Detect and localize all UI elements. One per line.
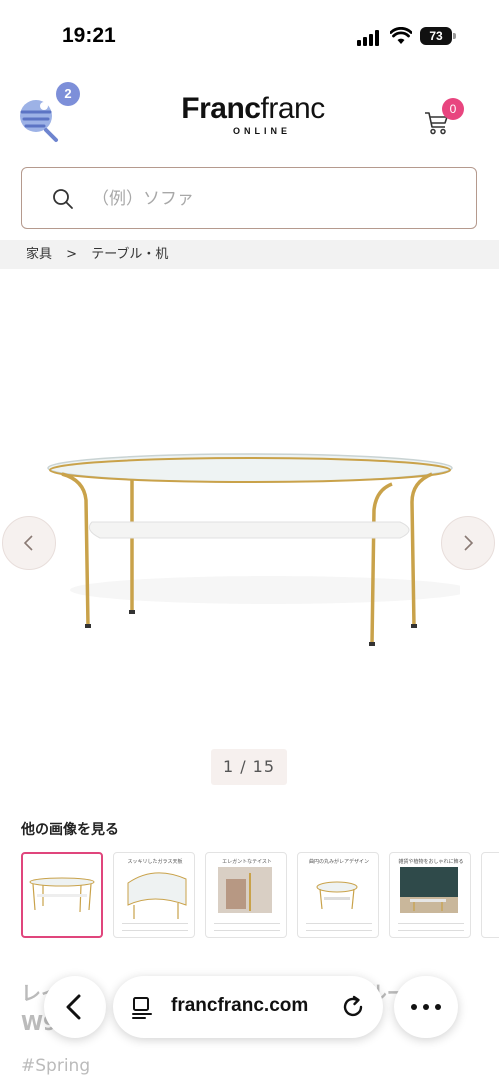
ellipsis-dot bbox=[423, 1004, 429, 1010]
cellular-signal-icon bbox=[357, 30, 381, 46]
logo-sub-text: ONLINE bbox=[233, 126, 292, 136]
thumbnail-2[interactable]: スッキリしたガラス天板 bbox=[113, 852, 195, 938]
thumbnail-caption: 雑貨や植物をおしゃれに飾る bbox=[398, 859, 464, 865]
battery-level: 73 bbox=[420, 27, 452, 45]
notification-badge: 2 bbox=[56, 82, 80, 106]
thumbnail-text-lines bbox=[306, 923, 372, 931]
url-text: francfranc.com bbox=[171, 995, 309, 1016]
url-bar[interactable]: francfranc.com bbox=[113, 976, 383, 1038]
menu-button[interactable]: 2 bbox=[16, 82, 80, 142]
thumbnail-caption: スッキリしたガラス天板 bbox=[127, 859, 183, 865]
thumbnail-text-lines bbox=[122, 923, 188, 931]
chevron-right-icon bbox=[464, 535, 474, 551]
thumbnail-text-lines bbox=[214, 923, 280, 931]
ellipsis-icon bbox=[411, 1004, 417, 1010]
status-bar: 19:21 73 bbox=[0, 0, 499, 70]
ellipsis-dot bbox=[435, 1004, 441, 1010]
thumbnail-table-image bbox=[29, 877, 95, 913]
thumbnail-5[interactable]: 雑貨や植物をおしゃれに飾る bbox=[389, 852, 471, 938]
search-icon bbox=[53, 189, 73, 209]
francfranc-logo[interactable]: Francfranc ONLINE bbox=[173, 92, 333, 142]
reload-icon[interactable] bbox=[341, 995, 365, 1019]
status-time: 19:21 bbox=[62, 24, 116, 47]
product-hashtag[interactable]: #Spring bbox=[21, 1056, 90, 1076]
image-counter: 1 / 15 bbox=[211, 749, 287, 785]
search-box[interactable] bbox=[21, 167, 477, 229]
product-gallery[interactable]: 1 / 15 bbox=[0, 270, 499, 810]
thumbnail-strip[interactable]: スッキリしたガラス天板 エレガントなテイスト 曲円の丸みがレアデザイン 雑貨や植… bbox=[21, 852, 499, 938]
product-image bbox=[47, 453, 460, 646]
breadcrumb-item-tables[interactable]: テーブル・机 bbox=[91, 247, 168, 262]
logo-light-text: franc bbox=[260, 92, 326, 125]
thumbnail-3[interactable]: エレガントなテイスト bbox=[205, 852, 287, 938]
logo-bold-text: Franc bbox=[181, 92, 261, 125]
wifi-icon bbox=[390, 27, 412, 44]
thumbnail-4[interactable]: 曲円の丸みがレアデザイン bbox=[297, 852, 379, 938]
site-header: 2 Francfranc ONLINE 0 bbox=[0, 72, 499, 160]
more-images-title: 他の画像を見る bbox=[21, 822, 119, 838]
cart-button[interactable]: 0 bbox=[424, 98, 468, 138]
breadcrumb-item-furniture[interactable]: 家具 bbox=[26, 247, 52, 262]
thumbnail-caption: エレガントなテイスト bbox=[222, 859, 272, 865]
thumbnail-1[interactable] bbox=[21, 852, 103, 938]
thumbnail-text-lines bbox=[398, 923, 464, 931]
browser-back-button[interactable] bbox=[44, 976, 106, 1038]
more-options-button[interactable] bbox=[394, 976, 458, 1038]
chevron-left-icon bbox=[66, 994, 81, 1020]
search-input[interactable] bbox=[92, 182, 452, 216]
thumbnail-6[interactable] bbox=[481, 852, 499, 938]
battery-icon: 73 bbox=[420, 27, 456, 45]
breadcrumb: 家具 > テーブル・机 bbox=[0, 240, 499, 269]
previous-image-button[interactable] bbox=[2, 516, 56, 570]
page-settings-icon bbox=[132, 997, 152, 1019]
thumbnail-caption: 曲円の丸みがレアデザイン bbox=[308, 859, 369, 865]
cart-count-badge: 0 bbox=[442, 98, 464, 120]
breadcrumb-separator: > bbox=[66, 247, 78, 262]
next-image-button[interactable] bbox=[441, 516, 495, 570]
chevron-left-icon bbox=[23, 535, 33, 551]
